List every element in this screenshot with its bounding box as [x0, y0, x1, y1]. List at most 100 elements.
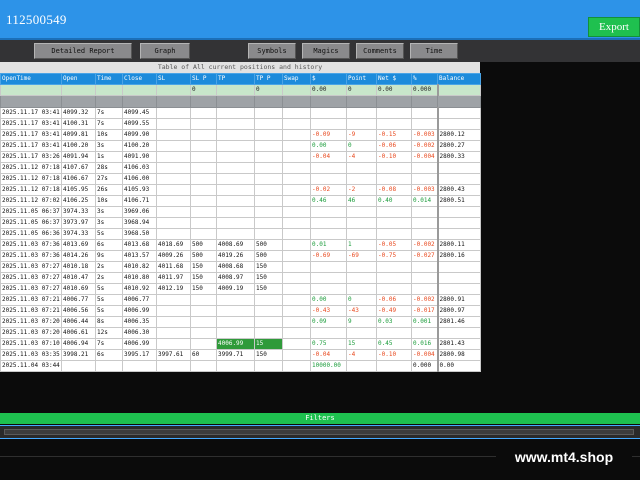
- table-row[interactable]: 2025.11.17 03:41:3 4099.81 10s 4099.90 -0.09…: [0, 129, 481, 141]
- table-row[interactable]: 2025.11.05 06:36:5 3974.33 5s 3968.50: [0, 228, 481, 240]
- table-cell: [190, 327, 217, 339]
- table-cell: 4006.44: [61, 316, 96, 328]
- table-row[interactable]: 2025.11.03 07:27:5 4010.69 5s 4010.92 4012.1…: [0, 283, 481, 295]
- table-cell: 4006.99: [122, 305, 157, 317]
- table-row[interactable]: 2025.11.03 07:10:2 4006.94 7s 4006.99 4006.9…: [0, 338, 481, 350]
- table-cell: 4099.90: [122, 129, 157, 141]
- table-cell: 2025.11.03 07:27:5: [0, 272, 62, 284]
- scrollbar-thumb[interactable]: [4, 429, 634, 435]
- table-row[interactable]: 2025.11.12 07:18:2 4106.67 27s 4106.00: [0, 173, 481, 185]
- table-row[interactable]: 2025.11.12 07:18:3 4107.67 28s 4106.03: [0, 162, 481, 174]
- table-cell: [190, 228, 217, 240]
- filters-bar[interactable]: Filters: [0, 413, 640, 424]
- table-cell: 3995.17: [122, 349, 157, 361]
- horizontal-scrollbar[interactable]: [0, 425, 640, 439]
- table-cell: 15: [346, 338, 377, 350]
- column-header[interactable]: Time: [95, 73, 123, 85]
- table-cell: 4006.61: [61, 327, 96, 339]
- table-row[interactable]: 2025.11.12 07:18:1 4105.95 26s 4105.93 -0.02…: [0, 184, 481, 196]
- separator-cell: [61, 95, 96, 108]
- graph-button[interactable]: Graph: [140, 43, 190, 59]
- table-row[interactable]: 2025.11.03 07:20:4 4006.44 8s 4006.35 0.09 9 0…: [0, 316, 481, 328]
- table-cell: [437, 327, 481, 339]
- table-cell: 150: [254, 349, 283, 361]
- table-cell: [156, 217, 191, 229]
- export-button[interactable]: Export: [588, 17, 640, 37]
- table-row[interactable]: 2025.11.03 07:36:4 4014.26 9s 4013.57 4009.2…: [0, 250, 481, 262]
- table-cell: [411, 162, 439, 174]
- table-cell: [216, 206, 255, 218]
- table-cell: 2025.11.05 06:37:4: [0, 206, 62, 218]
- detailed-report-button[interactable]: Detailed Report: [34, 43, 132, 59]
- table-row[interactable]: 2025.11.03 03:35:4 3998.21 6s 3995.17 3997.6…: [0, 349, 481, 361]
- table-cell: [411, 272, 439, 284]
- column-header[interactable]: Balance: [437, 73, 481, 85]
- column-header[interactable]: Close: [122, 73, 157, 85]
- table-cell: 2s: [95, 261, 123, 273]
- table-cell: -0.002: [411, 294, 439, 306]
- table-cell: [216, 360, 255, 372]
- column-header[interactable]: TP P: [254, 73, 283, 85]
- table-cell: 3974.33: [61, 206, 96, 218]
- table-cell: 5s: [95, 294, 123, 306]
- table-cell: [346, 327, 377, 339]
- column-header[interactable]: OpenTime: [0, 73, 62, 85]
- table-row[interactable]: 2025.11.17 03:41:4 4100.31 7s 4099.55: [0, 118, 481, 130]
- table-cell: [437, 261, 481, 273]
- table-row[interactable]: 2025.11.12 07:02:4 4106.25 10s 4106.71 0.46 4…: [0, 195, 481, 207]
- symbols-button[interactable]: Symbols: [248, 43, 296, 59]
- table-row[interactable]: 2025.11.03 07:27:5 4010.47 2s 4010.80 4011.9…: [0, 272, 481, 284]
- table-cell: 2s: [95, 272, 123, 284]
- column-header[interactable]: SL P: [190, 73, 217, 85]
- table-cell: [216, 195, 255, 207]
- table-row[interactable]: 2025.11.04 03:44:3 10000.00 0.000 0.00: [0, 360, 481, 372]
- table-cell: 4099.45: [122, 107, 157, 119]
- summary-row[interactable]: 0 0 0.00 0 0.00 0.000: [0, 84, 481, 96]
- magics-button[interactable]: Magics: [302, 43, 350, 59]
- column-header[interactable]: Open: [61, 73, 96, 85]
- table-cell: [216, 316, 255, 328]
- table-row[interactable]: 2025.11.03 07:20:4 4006.61 12s 4006.30: [0, 327, 481, 339]
- table-row[interactable]: 2025.11.03 07:36:5 4013.69 6s 4013.68 4018.6…: [0, 239, 481, 251]
- table-row[interactable]: 2025.11.03 07:27:5 4010.18 2s 4010.82 4011.6…: [0, 261, 481, 273]
- table-cell: 4014.26: [61, 250, 96, 262]
- table-cell: 28s: [95, 162, 123, 174]
- table-row[interactable]: 2025.11.17 03:41:4 4099.32 7s 4099.45: [0, 107, 481, 119]
- table-row[interactable]: 2025.11.05 06:37:3 3973.97 3s 3968.94: [0, 217, 481, 229]
- table-cell: 4099.55: [122, 118, 157, 130]
- table-cell: [156, 129, 191, 141]
- table-cell: [156, 184, 191, 196]
- table-cell: [346, 206, 377, 218]
- column-header[interactable]: Net $: [376, 73, 412, 85]
- table-cell: 2025.11.03 07:21:0: [0, 305, 62, 317]
- table-row[interactable]: 2025.11.17 03:41:3 4100.20 3s 4100.20 0.00 0-…: [0, 140, 481, 152]
- table-cell: 2025.11.03 07:27:5: [0, 283, 62, 295]
- table-row[interactable]: 2025.11.17 03:26:4 4091.94 1s 4091.90 -0.04-…: [0, 151, 481, 163]
- column-header[interactable]: Swap: [282, 73, 311, 85]
- column-header[interactable]: SL: [156, 73, 191, 85]
- comments-button[interactable]: Comments: [356, 43, 404, 59]
- table-cell: 0: [346, 140, 377, 152]
- table-cell: 3997.61: [156, 349, 191, 361]
- table-row[interactable]: 2025.11.03 07:21:0 4006.56 5s 4006.99 -0.43-…: [0, 305, 481, 317]
- table-cell: -0.05: [376, 239, 412, 251]
- table-cell: [411, 327, 439, 339]
- column-header[interactable]: Point: [346, 73, 377, 85]
- table-cell: 4006.99: [122, 338, 157, 350]
- table-row[interactable]: 2025.11.05 06:37:4 3974.33 3s 3969.06: [0, 206, 481, 218]
- separator-cell: [122, 95, 157, 108]
- title-bar: 112500549 Export: [0, 0, 640, 40]
- table-cell: [216, 162, 255, 174]
- separator-cell: [310, 95, 347, 108]
- table-cell: -0.004: [411, 349, 439, 361]
- table-cell: [254, 327, 283, 339]
- column-header[interactable]: $: [310, 73, 347, 85]
- separator-row: [0, 95, 481, 108]
- table-cell: [346, 162, 377, 174]
- table-cell: 4010.18: [61, 261, 96, 273]
- table-row[interactable]: 2025.11.03 07:21:0 4006.77 5s 4006.77 0.00 0-…: [0, 294, 481, 306]
- column-header[interactable]: %: [411, 73, 438, 85]
- time-button[interactable]: Time: [410, 43, 458, 59]
- table-cell: 8s: [95, 316, 123, 328]
- column-header[interactable]: TP: [216, 73, 255, 85]
